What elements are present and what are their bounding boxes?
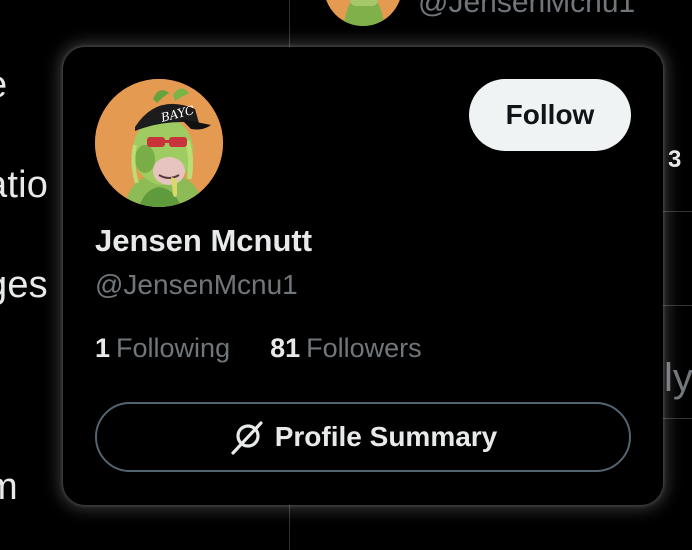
profile-avatar[interactable]: BAYC [95,79,223,207]
user-handle[interactable]: @JensenMcnu1 [95,269,298,301]
profile-summary-label: Profile Summary [274,421,498,452]
row-divider [663,418,692,419]
nav-item-fragment[interactable]: atio [0,164,48,207]
background-handle: @JensenMcnu1 [418,0,636,19]
followers-count: 81 [270,333,301,363]
follow-button[interactable]: Follow [469,79,631,151]
page: e atio ges m @JensenMcnu1 3 ly [0,0,692,550]
profile-summary-button[interactable]: Profile Summary [95,402,631,472]
following-label: Following [116,333,231,363]
following-link[interactable]: 1 Following [95,333,230,364]
following-count: 1 [95,333,111,363]
nav-item-fragment[interactable]: e [0,64,7,107]
profile-hover-card: BAYC Follow Jensen Mcnutt @JensenMcnu1 1… [63,47,663,505]
profile-stats: 1 Following 81 Followers [95,333,422,364]
row-divider [663,305,692,306]
background-count: 3 [668,146,682,173]
followers-link[interactable]: 81 Followers [270,333,422,364]
followers-label: Followers [306,333,422,363]
display-name[interactable]: Jensen Mcnutt [95,223,312,259]
nav-item-fragment[interactable]: ges [0,264,48,307]
row-divider [663,211,692,212]
background-avatar[interactable] [324,0,402,26]
nav-item-fragment[interactable]: m [0,466,18,509]
slashed-circle-icon [229,419,265,455]
background-text: ly [664,356,692,400]
